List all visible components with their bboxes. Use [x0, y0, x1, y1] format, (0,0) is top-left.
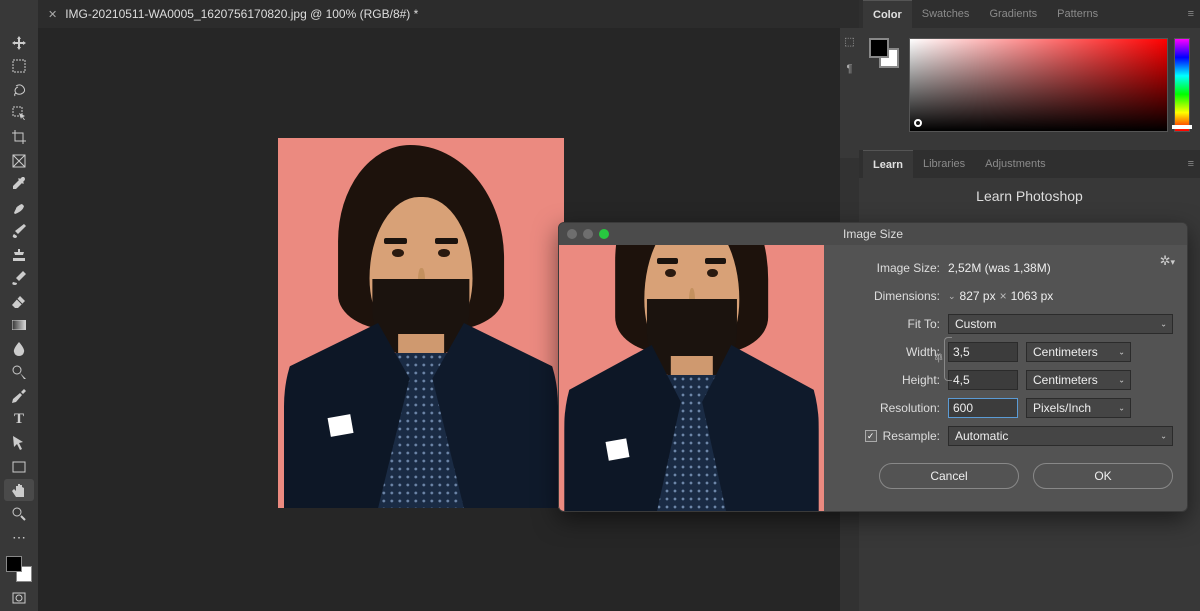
tab-learn[interactable]: Learn [863, 150, 913, 178]
collapsed-panel-dock: ⬚ ¶ [840, 28, 859, 158]
fit-to-value: Custom [955, 317, 996, 331]
dialog-settings-icon[interactable]: ✲▾ [1160, 253, 1175, 269]
dock-icon-2[interactable]: ¶ [843, 62, 857, 76]
zoom-tool[interactable] [4, 503, 34, 525]
healing-brush-tool[interactable] [4, 197, 34, 219]
eyedropper-tool[interactable] [4, 173, 34, 195]
chevron-down-icon: ⌄ [1118, 404, 1125, 413]
blur-tool[interactable] [4, 338, 34, 360]
dock-icon-1[interactable]: ⬚ [843, 34, 857, 48]
dodge-tool[interactable] [4, 362, 34, 384]
eraser-tool[interactable] [4, 291, 34, 313]
dialog-form: ✲▾ Image Size: 2,52M (was 1,38M) Dimensi… [824, 245, 1187, 511]
crop-tool[interactable] [4, 126, 34, 148]
gradient-tool[interactable] [4, 315, 34, 337]
hand-tool[interactable] [4, 479, 34, 501]
chevron-down-icon: ⌄ [1160, 320, 1167, 329]
color-panel-menu-icon[interactable]: ≡ [1188, 8, 1194, 20]
dimensions-unit-toggle[interactable]: ⌄ [948, 291, 956, 302]
chevron-down-icon: ⌄ [1118, 376, 1125, 385]
frame-tool[interactable] [4, 150, 34, 172]
path-selection-tool[interactable] [4, 432, 34, 454]
pen-tool[interactable] [4, 385, 34, 407]
tab-gradients[interactable]: Gradients [979, 0, 1047, 28]
resolution-label: Resolution: [838, 401, 948, 415]
rectangle-tool[interactable] [4, 456, 34, 478]
brush-tool[interactable] [4, 220, 34, 242]
learn-heading: Learn Photoshop [976, 188, 1083, 204]
tab-libraries[interactable]: Libraries [913, 150, 975, 178]
resample-select[interactable]: Automatic ⌄ [948, 426, 1173, 446]
dialog-title: Image Size [559, 227, 1187, 241]
learn-panel-tabs: Learn Libraries Adjustments ≡ [859, 150, 1200, 178]
quick-mask-toggle[interactable] [4, 588, 34, 610]
resolution-input[interactable] [948, 398, 1018, 418]
hue-handle[interactable] [1172, 125, 1192, 129]
dialog-preview[interactable] [559, 245, 824, 511]
image-size-value: 2,52M (was 1,38M) [948, 261, 1051, 275]
dimensions-height: 1063 px [1011, 289, 1054, 303]
cancel-button[interactable]: Cancel [879, 463, 1019, 489]
edit-toolbar-icon[interactable]: ⋯ [4, 526, 34, 548]
resolution-unit-value: Pixels/Inch [1033, 401, 1091, 415]
document-image [278, 138, 564, 508]
history-brush-tool[interactable] [4, 267, 34, 289]
color-fgbg-swatch[interactable] [869, 38, 899, 68]
hue-slider[interactable] [1174, 38, 1190, 132]
move-tool[interactable] [4, 32, 34, 54]
marquee-tool[interactable] [4, 56, 34, 78]
dimensions-width: 827 px [960, 289, 996, 303]
chevron-down-icon: ⌄ [1160, 432, 1167, 441]
tab-color[interactable]: Color [863, 0, 912, 28]
fit-to-select[interactable]: Custom ⌄ [948, 314, 1173, 334]
resample-value: Automatic [955, 429, 1008, 443]
color-panel-tabs: Color Swatches Gradients Patterns ≡ [859, 0, 1200, 28]
resolution-unit-select[interactable]: Pixels/Inch ⌄ [1026, 398, 1131, 418]
chevron-down-icon: ⌄ [1118, 348, 1125, 357]
height-label: Height: [838, 373, 948, 387]
close-tab-icon[interactable]: ✕ [48, 8, 57, 21]
height-unit-select[interactable]: Centimeters ⌄ [1026, 370, 1131, 390]
type-tool[interactable]: T [4, 409, 34, 431]
object-selection-tool[interactable] [4, 103, 34, 125]
color-panel [859, 28, 1200, 150]
tab-patterns[interactable]: Patterns [1047, 0, 1108, 28]
preview-image [559, 245, 824, 511]
dimensions-x: × [1000, 289, 1007, 303]
dialog-titlebar[interactable]: Image Size [559, 223, 1187, 245]
width-label: Width: [838, 345, 948, 359]
height-unit-value: Centimeters [1033, 373, 1098, 387]
ok-button[interactable]: OK [1033, 463, 1173, 489]
sv-handle[interactable] [914, 119, 922, 127]
lasso-tool[interactable] [4, 79, 34, 101]
image-size-label: Image Size: [838, 261, 948, 275]
resample-checkbox[interactable]: ✓ [865, 430, 877, 442]
image-size-dialog: Image Size ✲▾ Image Size: 2,52M (was [558, 222, 1188, 512]
tab-swatches[interactable]: Swatches [912, 0, 980, 28]
document-title: IMG-20210511-WA0005_1620756170820.jpg @ … [65, 7, 418, 21]
width-unit-value: Centimeters [1033, 345, 1098, 359]
clone-stamp-tool[interactable] [4, 244, 34, 266]
tools-panel: T ⋯ [0, 0, 38, 611]
foreground-color-swatch[interactable] [6, 556, 22, 572]
saturation-value-picker[interactable] [909, 38, 1168, 132]
tab-adjustments[interactable]: Adjustments [975, 150, 1056, 178]
learn-panel-menu-icon[interactable]: ≡ [1188, 158, 1194, 170]
foreground-background-swatch[interactable] [6, 556, 32, 581]
width-unit-select[interactable]: Centimeters ⌄ [1026, 342, 1131, 362]
dimensions-label: Dimensions: [838, 289, 948, 303]
resample-label: Resample: [883, 429, 940, 443]
fit-to-label: Fit To: [838, 317, 948, 331]
constrain-proportions-icon[interactable]: 𐄷 [944, 337, 960, 381]
